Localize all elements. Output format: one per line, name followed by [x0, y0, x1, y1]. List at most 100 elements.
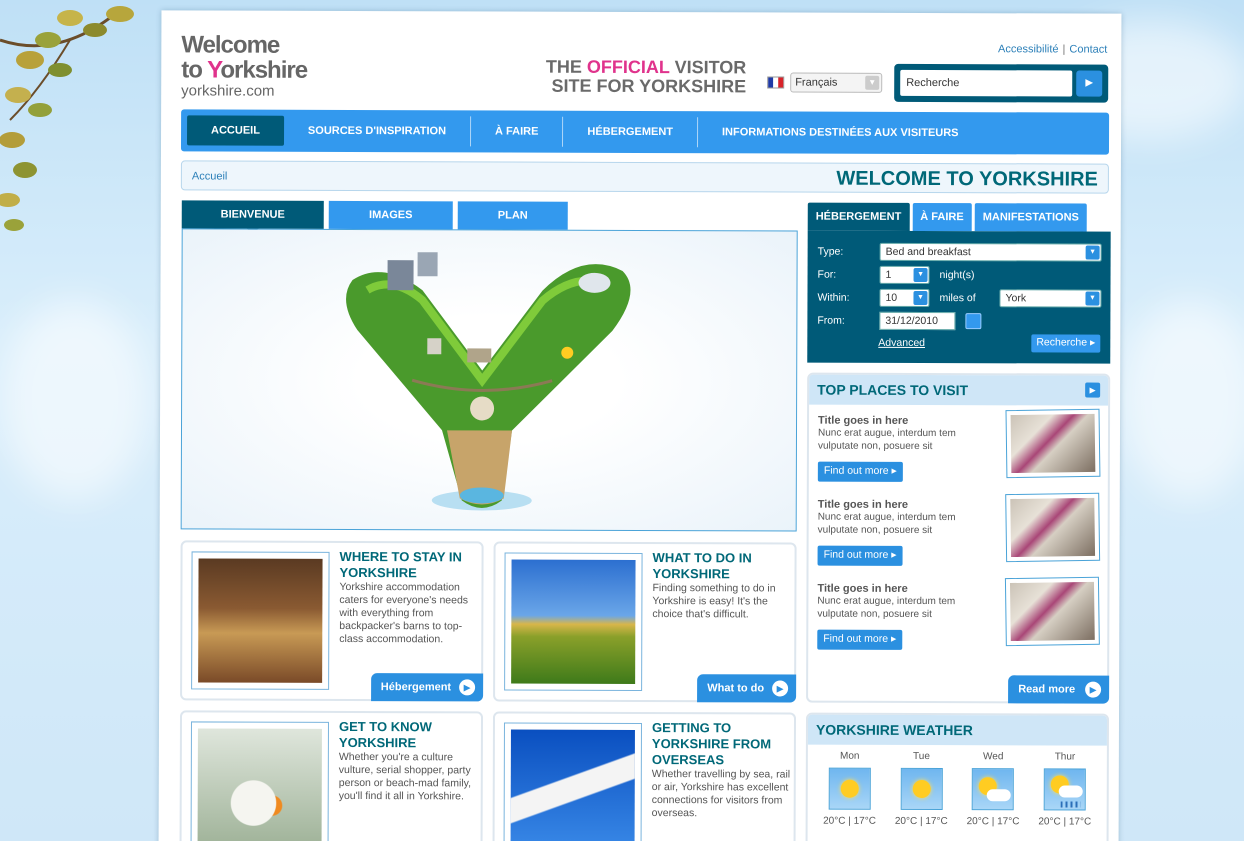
miles-select[interactable]: 10 ▼ [879, 288, 930, 308]
booking-search-button[interactable]: Recherche ▸ [1031, 334, 1101, 353]
tab-manifestations[interactable]: MANIFESTATIONS [974, 203, 1087, 232]
hero-yorkshire-illustration [180, 228, 798, 532]
booking-form: Type: Bed and breakfast ▼ For: 1 ▼ night(s… [807, 230, 1111, 364]
tree-leaves-decoration [0, 6, 134, 231]
tab-hebergement[interactable]: HÉBERGEMENT [807, 202, 910, 231]
tab-bienvenue[interactable]: BIENVENUE [181, 200, 324, 229]
rain-icon [1043, 768, 1086, 811]
card-what-to-do: WHAT TO DO IN YORKSHIRE Finding somethin… [493, 541, 797, 703]
nav-item-visitor-info[interactable]: INFORMATIONS DESTINÉES AUX VISITEURS [698, 117, 983, 148]
find-out-more-button[interactable]: Find out more ▸ [817, 545, 903, 566]
hero-tabs: BIENVENUE IMAGES PLAN [181, 200, 568, 230]
top-places-heading: TOP PLACES TO VISIT ▶ [809, 374, 1109, 406]
date-input[interactable]: 31/12/2010 [879, 311, 956, 331]
play-arrow-icon: ▶ [1085, 77, 1094, 89]
contact-link[interactable]: Contact [1069, 43, 1107, 55]
booking-tabs: HÉBERGEMENT À FAIRE MANIFESTATIONS [807, 202, 1111, 232]
sunny-icon [828, 767, 871, 810]
chevron-down-icon: ▼ [1085, 291, 1100, 306]
arrow-right-icon: ▶ [459, 679, 476, 696]
find-out-more-button[interactable]: Find out more ▸ [817, 461, 903, 482]
weather-day: Tue 20°C | 17°C [894, 750, 948, 828]
weather-days: Mon 20°C | 17°C Tue 20°C | 17°C Wed 20°C… [808, 745, 1107, 828]
top-place-item: Title goes in here Nunc erat augue, inte… [817, 576, 1107, 664]
chevron-down-icon: ▼ [1085, 245, 1100, 260]
place-thumbnail[interactable] [1005, 492, 1101, 563]
find-out-more-button[interactable]: Find out more ▸ [817, 629, 903, 650]
card-text: Yorkshire accommodation caters for every… [339, 580, 469, 646]
breadcrumb: Accueil WELCOME TO YORKSHIRE [180, 160, 1109, 194]
airplane-photo [503, 722, 642, 841]
from-label: From: [817, 314, 845, 327]
page-title: WELCOME TO YORKSHIRE [836, 167, 1098, 191]
card-title: WHERE TO STAY IN YORKSHIRE [339, 548, 462, 581]
french-flag-icon [767, 76, 785, 89]
background-cloud [1120, 300, 1244, 500]
calendar-icon[interactable] [965, 313, 982, 330]
page-container: Welcome to Yorkshire yorkshire.com THE O… [158, 10, 1122, 841]
accommodation-search-widget: HÉBERGEMENT À FAIRE MANIFESTATIONS Type:… [807, 202, 1111, 364]
place-thumbnail[interactable] [1005, 408, 1101, 479]
arrow-right-icon[interactable]: ▶ [1085, 382, 1101, 398]
advanced-search-link[interactable]: Advanced [878, 337, 925, 349]
chevron-down-icon: ▼ [865, 75, 880, 90]
language-selector: Français ▼ [767, 72, 883, 93]
read-more-button[interactable]: Read more ▶ [1008, 675, 1110, 704]
top-place-item: Title goes in here Nunc erat augue, inte… [817, 408, 1108, 496]
nav-item-a-faire[interactable]: À FAIRE [470, 116, 564, 147]
place-thumbnail[interactable] [1004, 576, 1100, 647]
breadcrumb-home-link[interactable]: Accueil [192, 170, 228, 182]
card-get-to-know: GET TO KNOW YORKSHIRE Whether you're a c… [179, 710, 484, 841]
nav-item-inspiration[interactable]: SOURCES D'INSPIRATION [283, 115, 472, 147]
stately-home-photo [504, 552, 643, 692]
card-where-to-stay: WHERE TO STAY IN YORKSHIRE Yorkshire acc… [180, 540, 484, 702]
accessibility-link[interactable]: Accessibilité [998, 43, 1059, 55]
nav-item-hebergement[interactable]: HÉBERGEMENT [563, 116, 699, 148]
partly-cloudy-icon [972, 768, 1015, 811]
card-getting-to-yorkshire: GETTING TO YORKSHIRE FROM OVERSEAS Wheth… [492, 711, 797, 841]
hotel-room-photo [191, 551, 330, 690]
top-place-item: Title goes in here Nunc erat augue, inte… [817, 492, 1107, 580]
logo-line2: to Yorkshire [181, 56, 308, 84]
card-title: GETTING TO YORKSHIRE FROM OVERSEAS [651, 720, 772, 768]
background-cloud [0, 300, 150, 500]
weather-heading: YORKSHIRE WEATHER [807, 714, 1108, 746]
what-to-do-button[interactable]: What to do ▶ [697, 674, 797, 703]
location-select[interactable]: York ▼ [999, 289, 1102, 308]
place-text: Nunc erat augue, interdum tem vulputate … [817, 595, 956, 621]
type-select[interactable]: Bed and breakfast ▼ [879, 242, 1102, 262]
language-select[interactable]: Français ▼ [790, 72, 883, 93]
card-text: Whether travelling by sea, rail or air, … [651, 768, 791, 820]
within-label: Within: [817, 291, 850, 304]
weather-day: Thur 20°C | 17°C [1038, 751, 1092, 828]
hebergement-button[interactable]: Hébergement ▶ [370, 673, 484, 702]
site-tagline: THE OFFICIAL VISITOR SITE FOR YORKSHIRE [545, 56, 747, 97]
weather-panel: YORKSHIRE WEATHER Mon 20°C | 17°C Tue 20… [805, 712, 1110, 841]
top-links-separator: | [1062, 43, 1066, 56]
nav-item-accueil[interactable]: ACCUEIL [186, 115, 284, 146]
place-text: Nunc erat augue, interdum tem vulputate … [817, 511, 956, 537]
miles-of-label: miles of [939, 292, 976, 305]
top-places-panel: TOP PLACES TO VISIT ▶ Title goes in here… [806, 372, 1111, 704]
card-title: WHAT TO DO IN YORKSHIRE [652, 550, 752, 582]
tab-a-faire[interactable]: À FAIRE [912, 202, 972, 232]
nights-label: night(s) [939, 269, 975, 282]
puffin-photo [190, 721, 329, 841]
nights-select[interactable]: 1 ▼ [879, 265, 930, 285]
arrow-right-icon: ▶ [1085, 681, 1102, 698]
card-title: GET TO KNOW YORKSHIRE [338, 718, 432, 751]
site-logo[interactable]: Welcome to Yorkshire yorkshire.com [181, 31, 341, 100]
type-label: Type: [817, 245, 844, 258]
site-search: Recherche ▶ [894, 63, 1109, 103]
arrow-right-icon: ▶ [772, 680, 789, 697]
tab-plan[interactable]: PLAN [457, 201, 568, 230]
tab-images[interactable]: IMAGES [328, 200, 453, 230]
search-input[interactable]: Recherche [900, 69, 1073, 97]
search-submit-button[interactable]: ▶ [1076, 70, 1103, 97]
logo-line1: Welcome [181, 31, 280, 59]
main-navigation: ACCUEIL SOURCES D'INSPIRATION À FAIRE HÉ… [180, 109, 1110, 155]
sunny-icon [900, 767, 943, 811]
chevron-down-icon: ▼ [913, 290, 928, 306]
weather-day: Mon 20°C | 17°C [823, 750, 876, 827]
card-text: Whether you're a culture vulture, serial… [338, 750, 472, 803]
